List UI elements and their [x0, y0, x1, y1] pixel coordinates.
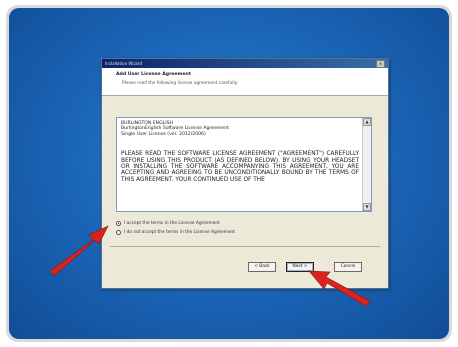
decline-option[interactable]: I do not accept the terms in the License… — [116, 228, 235, 237]
dialog-header: Add User License Agreement Please read t… — [102, 68, 388, 96]
scroll-up-icon[interactable]: ▲ — [363, 118, 371, 126]
close-icon[interactable]: × — [376, 59, 385, 68]
scroll-down-icon[interactable]: ▼ — [363, 203, 371, 211]
screenshot-frame: Installation Wizard × Add User License A… — [6, 5, 452, 342]
accept-radio[interactable] — [116, 221, 121, 226]
license-scrollbar[interactable]: ▲ ▼ — [362, 118, 371, 211]
header-title: Add User License Agreement — [116, 72, 191, 77]
decline-label[interactable]: I do not accept the terms in the License… — [124, 230, 235, 235]
desktop-background: Installation Wizard × Add User License A… — [9, 8, 449, 339]
license-version: Single User License (ver. 2012/2006) — [121, 131, 206, 137]
accept-label[interactable]: I accept the terms in the License Agreem… — [124, 221, 220, 226]
header-subtitle: Please read the following license agreem… — [122, 81, 238, 86]
accept-option[interactable]: I accept the terms in the License Agreem… — [116, 219, 235, 228]
title-bar[interactable]: Installation Wizard × — [102, 59, 388, 68]
cancel-button[interactable]: Cancel — [334, 262, 362, 272]
license-body: PLEASE READ THE SOFTWARE LICENSE AGREEME… — [121, 151, 359, 183]
next-button[interactable]: Next > — [286, 262, 314, 272]
window-title: Installation Wizard — [105, 61, 143, 66]
license-dialog: Installation Wizard × Add User License A… — [101, 58, 389, 289]
divider — [110, 246, 380, 247]
license-text-area[interactable]: BURLINGTON ENGLISH BurlingtonEnglish Sof… — [116, 117, 372, 212]
decline-radio[interactable] — [116, 230, 121, 235]
back-button[interactable]: < Back — [248, 262, 276, 272]
agreement-options: I accept the terms in the License Agreem… — [116, 219, 235, 237]
